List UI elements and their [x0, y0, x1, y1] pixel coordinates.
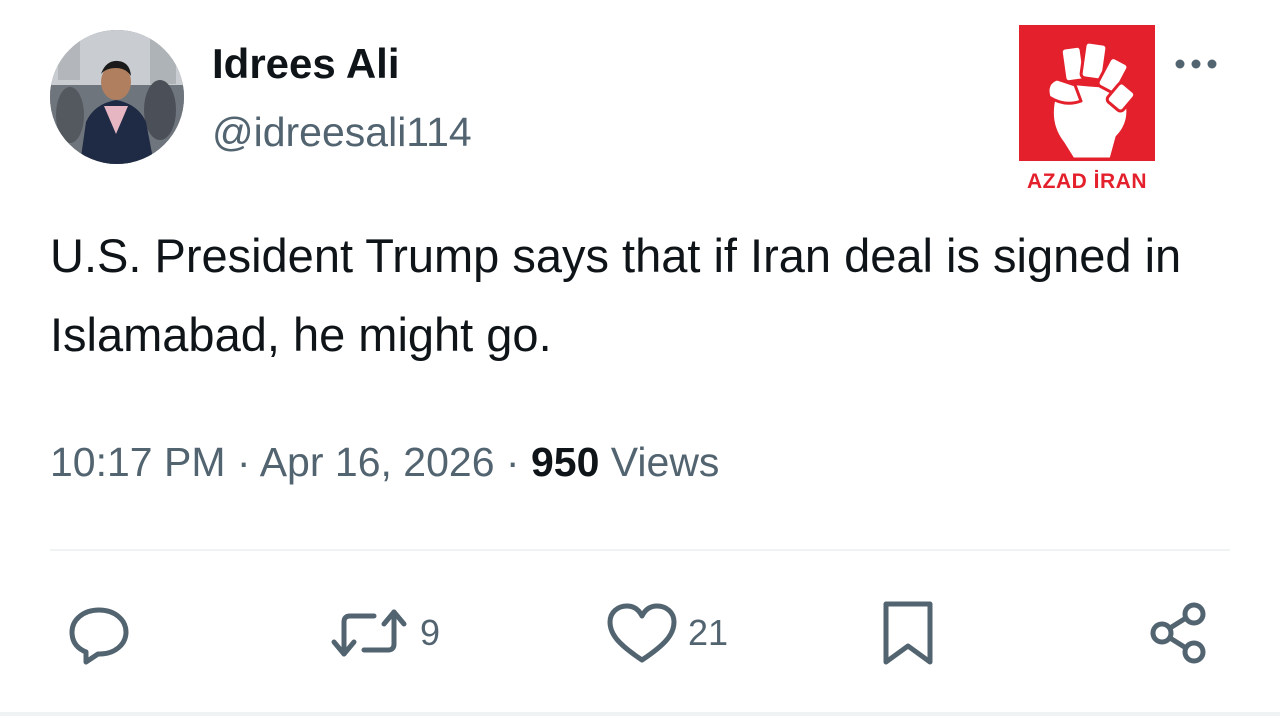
views-label[interactable]: Views — [611, 439, 720, 485]
retweet-count: 9 — [420, 612, 441, 653]
reply-icon — [69, 607, 129, 665]
divider — [50, 549, 1230, 551]
logo-text: AZAD İRAN — [1027, 170, 1147, 193]
share-icon — [1150, 602, 1206, 664]
bottom-rule — [0, 712, 1280, 716]
tweet-time[interactable]: 10:17 PM — [50, 439, 226, 485]
tweet-text: U.S. President Trump says that if Iran d… — [50, 229, 1182, 361]
bookmark-button[interactable] — [872, 598, 942, 668]
views-count[interactable]: 950 — [531, 439, 599, 485]
like-count: 21 — [688, 612, 729, 653]
bookmark-icon — [883, 601, 933, 665]
retweet-icon — [331, 609, 407, 657]
more-options-button[interactable] — [1170, 44, 1230, 84]
tweet-meta: 10:17 PM · Apr 16, 2026 · 950 Views — [50, 436, 719, 488]
retweet-button[interactable]: 9 — [326, 598, 440, 668]
author-handle[interactable]: @idreesali114 — [212, 106, 472, 158]
author-display-name[interactable]: Idrees Ali — [212, 38, 400, 90]
share-button[interactable] — [1144, 598, 1214, 668]
azad-iran-logo: AZAD İRAN — [1019, 25, 1155, 195]
tweet-date[interactable]: Apr 16, 2026 — [260, 439, 495, 485]
more-icon — [1175, 59, 1217, 69]
avatar-photo — [50, 30, 184, 164]
like-button[interactable]: 21 — [604, 598, 728, 668]
meta-separator: · — [236, 439, 251, 485]
avatar[interactable] — [50, 30, 184, 164]
reply-button[interactable] — [64, 598, 134, 668]
heart-icon — [607, 603, 677, 663]
raised-fist-icon — [1019, 25, 1155, 161]
meta-separator: · — [505, 439, 520, 485]
